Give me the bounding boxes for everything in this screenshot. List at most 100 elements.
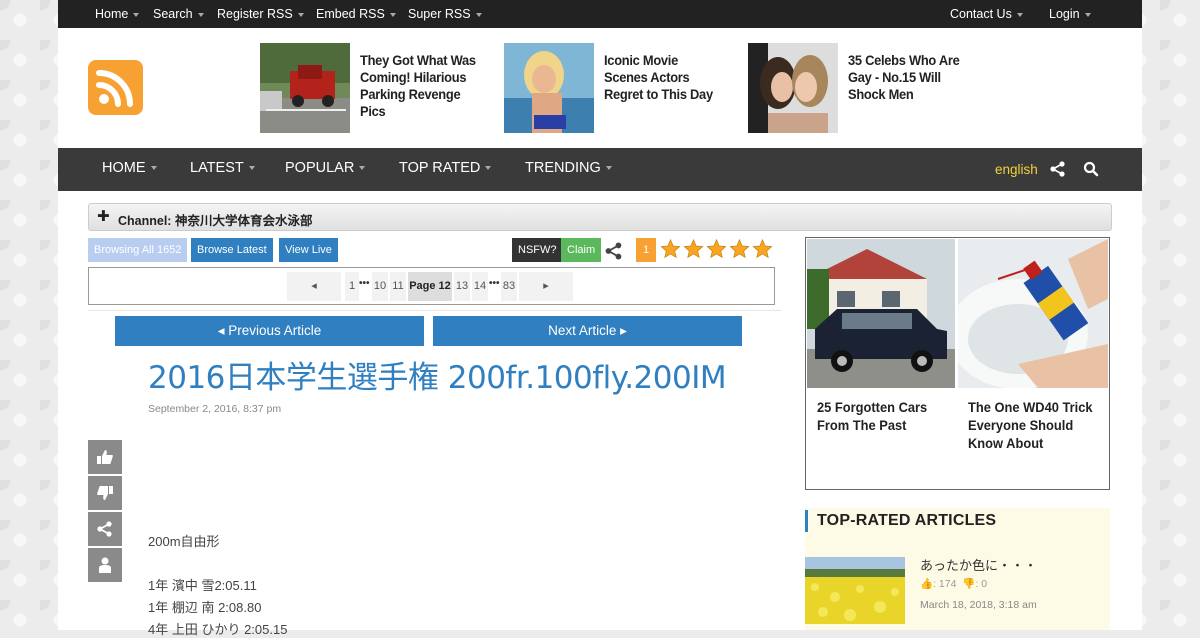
- pager-page[interactable]: 1: [345, 272, 359, 301]
- sidebar-promo: 25 Forgotten Cars From The Past The One …: [805, 237, 1110, 490]
- dislikes-count: 0: [981, 578, 988, 590]
- topnav-super-rss-label: Super RSS: [408, 7, 471, 21]
- pager-ellipsis: •••: [489, 278, 500, 289]
- article-text-line: 4年 上田 ひかり 2:05.15: [148, 622, 288, 637]
- topnav-login-label: Login: [1049, 7, 1080, 21]
- dislike-button[interactable]: [88, 476, 122, 510]
- channel-bar[interactable]: ✚ Channel: 神奈川大学体育会水泳部: [88, 203, 1112, 231]
- share-button[interactable]: [88, 512, 122, 546]
- chevron-down-icon: [389, 12, 396, 17]
- chevron-down-icon: [248, 166, 255, 171]
- caret-right-icon: ▸: [620, 323, 627, 338]
- pager-page[interactable]: 83: [501, 272, 517, 301]
- section-heading: TOP-RATED ARTICLES: [817, 512, 997, 529]
- topnav-home-label: Home: [95, 7, 129, 21]
- ad-image-celebs: [748, 43, 838, 133]
- star-icon[interactable]: [706, 238, 727, 260]
- ad-title[interactable]: Iconic Movie Scenes Actors Regret to Thi…: [604, 52, 724, 103]
- thumbs-down-icon: 👎: [962, 578, 976, 590]
- nav-latest-label: LATEST: [190, 160, 244, 176]
- pager-next[interactable]: ▸: [519, 272, 573, 301]
- ad-title[interactable]: They Got What Was Coming! Hilarious Park…: [360, 52, 480, 120]
- claim-button[interactable]: Claim: [561, 238, 602, 262]
- chevron-down-icon: [150, 166, 157, 171]
- promo-image-wd40[interactable]: [958, 239, 1108, 388]
- rating-count-badge: 1: [636, 238, 657, 262]
- next-article-button[interactable]: Next Article ▸: [433, 316, 742, 346]
- browse-latest-button[interactable]: Browse Latest: [191, 238, 273, 262]
- nav-popular[interactable]: POPULAR: [285, 148, 366, 191]
- pager-page[interactable]: 13: [454, 272, 470, 301]
- previous-article-button[interactable]: ◂ Previous Article: [115, 316, 424, 346]
- pager-ellipsis: •••: [359, 278, 370, 289]
- browsing-all-button[interactable]: Browsing All 1652: [88, 238, 188, 262]
- user-icon: [99, 557, 111, 573]
- nav-trending[interactable]: TRENDING: [525, 148, 612, 191]
- share-icon[interactable]: [604, 241, 624, 261]
- author-button[interactable]: [88, 548, 122, 582]
- topnav-contact-label: Contact Us: [950, 7, 1012, 21]
- promo-image-car[interactable]: [807, 239, 955, 388]
- language-selector[interactable]: english: [995, 148, 1038, 191]
- pager-page[interactable]: 11: [390, 272, 406, 301]
- top-rated-title[interactable]: あったか色に・・・: [920, 555, 1037, 574]
- top-rated-thumbnail[interactable]: [805, 557, 905, 624]
- nav-top-rated[interactable]: TOP RATED: [399, 148, 492, 191]
- rss-icon: [96, 70, 133, 107]
- nav-latest[interactable]: LATEST: [190, 148, 255, 191]
- pager-prev[interactable]: ◂: [287, 272, 341, 301]
- topnav-search-label: Search: [153, 7, 193, 21]
- top-rated-date: March 18, 2018, 3:18 am: [920, 599, 1037, 611]
- topnav-embed-rss[interactable]: Embed RSS: [316, 0, 396, 28]
- likes-count: 174: [938, 578, 957, 590]
- like-button[interactable]: [88, 440, 122, 474]
- topnav-contact[interactable]: Contact Us: [950, 0, 1023, 28]
- star-icon[interactable]: [729, 238, 750, 260]
- chevron-down-icon: [605, 166, 612, 171]
- pager-current-page: Page 12: [408, 272, 452, 301]
- ad-image-truck: [260, 43, 350, 133]
- share-icon[interactable]: [1049, 160, 1067, 178]
- pager-page[interactable]: 10: [372, 272, 388, 301]
- star-icon[interactable]: [752, 238, 773, 260]
- previous-article-label: Previous Article: [228, 323, 322, 338]
- promo-title[interactable]: 25 Forgotten Cars From The Past: [817, 398, 942, 434]
- nav-trending-label: TRENDING: [525, 160, 601, 176]
- topnav-login[interactable]: Login: [1049, 0, 1091, 28]
- article-text-line: 200m自由形: [148, 534, 220, 549]
- chevron-down-icon: [297, 12, 304, 17]
- thumbs-up-icon: 👍: [920, 578, 934, 590]
- divider: [88, 310, 781, 311]
- nav-home-label: HOME: [102, 160, 146, 176]
- topnav-register-rss-label: Register RSS: [217, 7, 293, 21]
- search-icon[interactable]: [1082, 160, 1100, 178]
- nav-home[interactable]: HOME: [102, 148, 157, 191]
- rss-logo[interactable]: [88, 60, 143, 115]
- top-bar: Home Search Register RSS Embed RSS Super…: [58, 0, 1142, 28]
- rating-stars[interactable]: [660, 238, 773, 262]
- article-text-line: 1年 棚辺 南 2:08.80: [148, 600, 262, 615]
- topnav-embed-rss-label: Embed RSS: [316, 7, 385, 21]
- pager-page[interactable]: 14: [472, 272, 488, 301]
- topnav-super-rss[interactable]: Super RSS: [408, 0, 482, 28]
- nsfw-button[interactable]: NSFW?: [512, 238, 563, 262]
- topnav-register-rss[interactable]: Register RSS: [217, 0, 304, 28]
- topnav-home[interactable]: Home: [95, 0, 140, 28]
- caret-left-icon: ◂: [217, 323, 225, 338]
- view-live-button[interactable]: View Live: [279, 238, 338, 262]
- share-icon: [97, 521, 112, 537]
- article-title[interactable]: 2016日本学生選手権 200fr.100fly.200IM: [148, 352, 727, 397]
- article-date: September 2, 2016, 8:37 pm: [148, 403, 282, 415]
- star-icon[interactable]: [683, 238, 704, 260]
- star-icon[interactable]: [660, 238, 681, 260]
- ad-title[interactable]: 35 Celebs Who Are Gay - No.15 Will Shock…: [848, 52, 968, 103]
- promo-title[interactable]: The One WD40 Trick Everyone Should Know …: [968, 398, 1093, 452]
- chevron-down-icon: [475, 12, 482, 17]
- topnav-search[interactable]: Search: [153, 0, 204, 28]
- pagination: ◂ 1 ••• 10 11 Page 12 13 14 ••• 83 ▸: [88, 267, 775, 305]
- page: Home Search Register RSS Embed RSS Super…: [58, 0, 1142, 637]
- chevron-down-icon: [1084, 12, 1091, 17]
- nav-top-rated-label: TOP RATED: [399, 160, 481, 176]
- channel-label: Channel: 神奈川大学体育会水泳部: [118, 214, 313, 228]
- chevron-left-icon: ◂: [311, 280, 317, 292]
